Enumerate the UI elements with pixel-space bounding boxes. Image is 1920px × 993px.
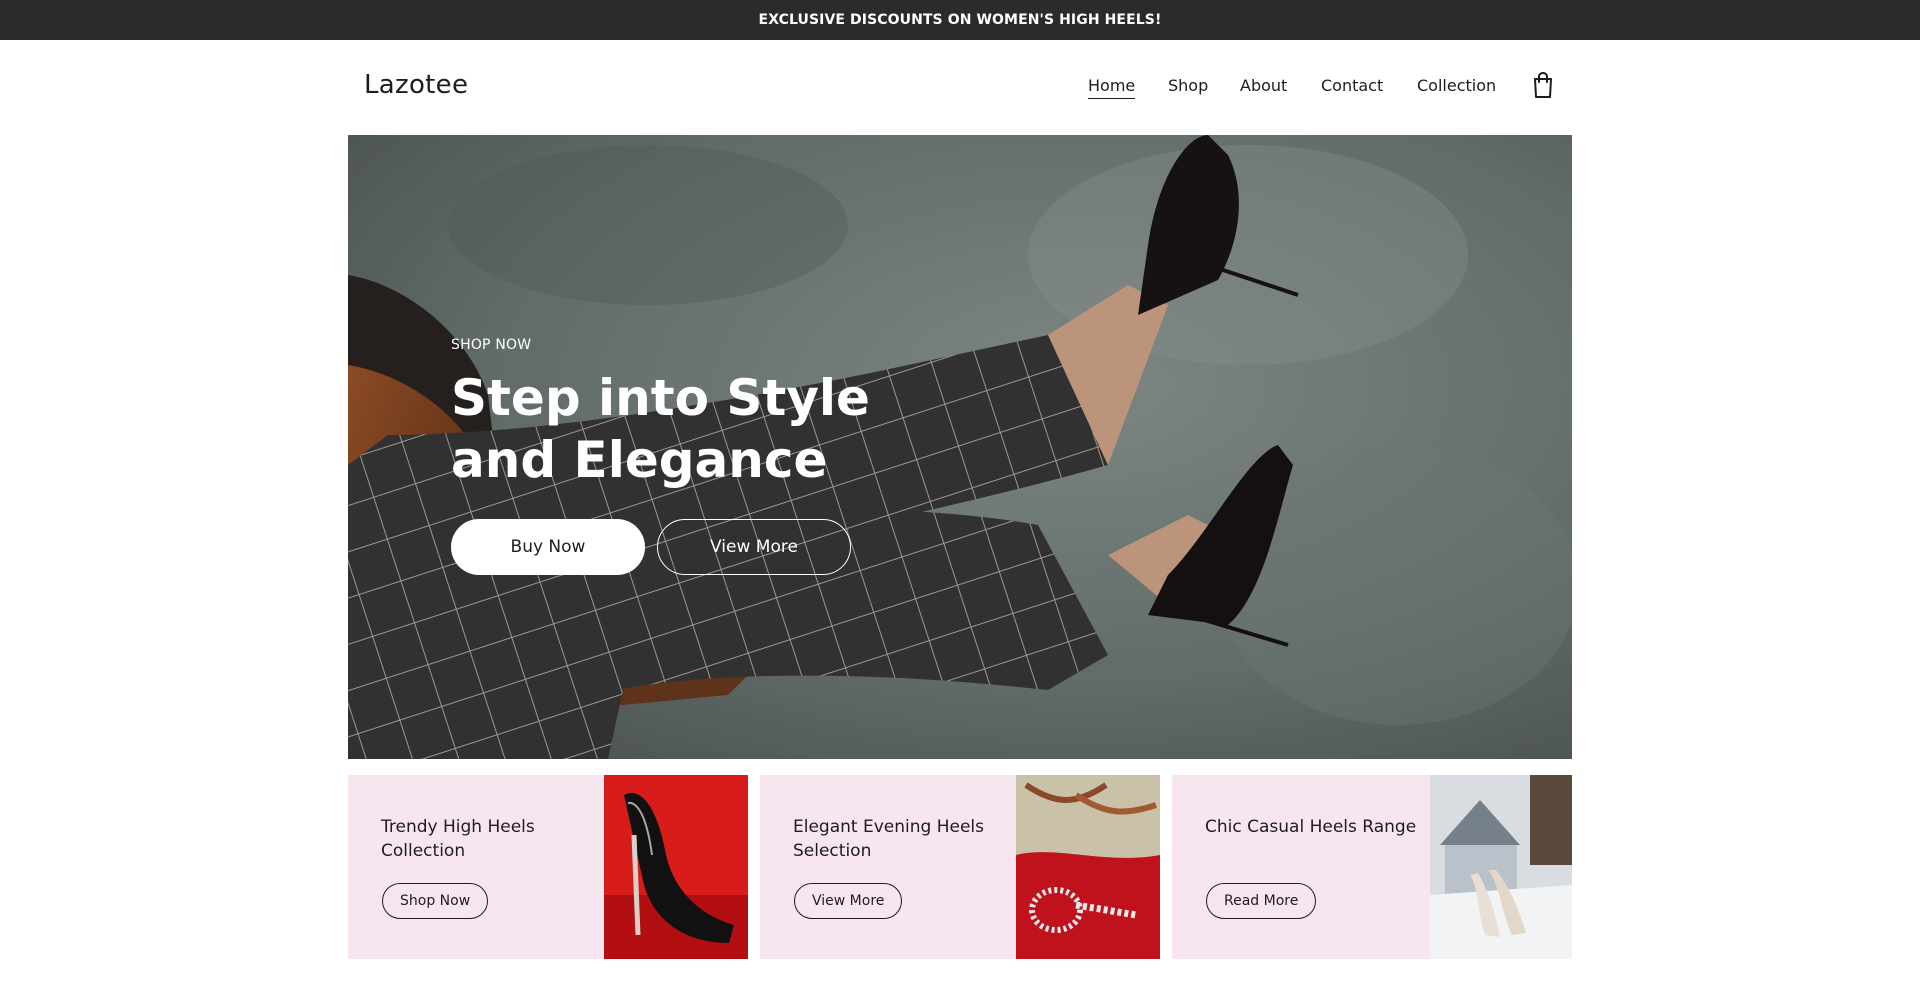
hero-kicker: SHOP NOW (451, 337, 532, 353)
nav-about[interactable]: About (1240, 76, 1287, 95)
promo-image-casual-heels (1430, 775, 1572, 959)
shopping-bag-icon (1534, 71, 1552, 98)
nav-shop[interactable]: Shop (1168, 76, 1208, 95)
nav-contact[interactable]: Contact (1321, 76, 1383, 95)
view-more-button[interactable]: View More (794, 883, 903, 919)
promo-title: Chic Casual Heels Range (1205, 817, 1417, 837)
buy-now-button[interactable]: Buy Now (451, 519, 645, 575)
hero-banner: SHOP NOW Step into Style and Elegance Bu… (348, 135, 1572, 759)
shop-now-button[interactable]: Shop Now (382, 883, 489, 919)
promo-card-casual: Chic Casual Heels Range Read More (1172, 775, 1572, 959)
brand-logo[interactable]: Lazotee (364, 70, 468, 100)
view-more-button[interactable]: View More (657, 519, 851, 575)
cart-button[interactable] (1530, 71, 1556, 99)
announcement-bar: EXCLUSIVE DISCOUNTS ON WOMEN'S HIGH HEEL… (0, 0, 1920, 40)
promo-image-red-heel (604, 775, 748, 959)
promo-title: Trendy High Heels Collection (381, 817, 535, 861)
promo-card-evening: Elegant Evening Heels Selection View Mor… (760, 775, 1160, 959)
hero-headline: Step into Style and Elegance (451, 369, 870, 489)
nav-home[interactable]: Home (1088, 76, 1136, 99)
promo-card-trendy: Trendy High Heels Collection Shop Now (348, 775, 748, 959)
promo-title: Elegant Evening Heels Selection (793, 817, 984, 861)
read-more-button[interactable]: Read More (1206, 883, 1317, 919)
announcement-text: EXCLUSIVE DISCOUNTS ON WOMEN'S HIGH HEEL… (758, 12, 1162, 28)
nav-collection[interactable]: Collection (1417, 76, 1496, 95)
promo-image-evening-heels (1016, 775, 1160, 959)
